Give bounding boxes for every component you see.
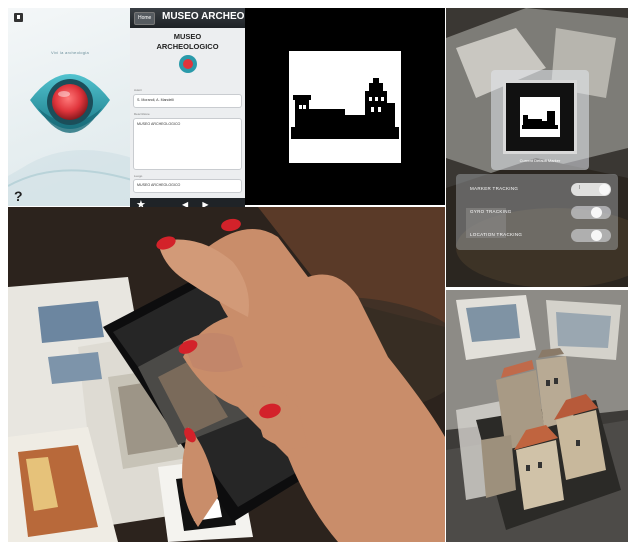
back-button[interactable]: Home (134, 12, 156, 25)
gyro-tracking-toggle[interactable] (571, 206, 611, 219)
tracking-settings-list: MARKER TRACKING I GYRO TRACKING LOCATION… (456, 174, 618, 250)
location-tracking-row: LOCATION TRACKING (466, 226, 616, 246)
splash-screen: Vivi la archeologia ? (8, 8, 132, 206)
marker-dialog-label: Current Default Marker (519, 158, 561, 163)
app-logo-icon (179, 55, 197, 73)
author-label: Autori (134, 88, 142, 92)
toggle-knob (599, 184, 610, 195)
toggle-knob (591, 230, 602, 241)
ar-settings-photo: Current Default Marker MARKER TRACKING I… (446, 8, 628, 287)
nav-title: MUSEO ARCHEOLOGICO (162, 11, 245, 22)
ar-marker (245, 8, 445, 205)
description-label: Descrizione (134, 112, 150, 116)
description-field[interactable]: MUSEO ARCHEOLOGICO (133, 118, 242, 170)
hand-phone-illustration (8, 207, 445, 542)
castle-model-illustration (446, 290, 628, 542)
author-field[interactable]: S. Morandi, A. Mandelli (133, 94, 242, 108)
gyro-tracking-row: GYRO TRACKING (466, 203, 616, 223)
marker-dialog: Current Default Marker (491, 70, 589, 170)
castle-silhouette-icon (522, 111, 558, 129)
page-title-line1: MUSEO (173, 32, 202, 41)
page-title: MUSEO ARCHEOLOGICO (130, 32, 245, 52)
location-tracking-label: LOCATION TRACKING (470, 232, 523, 237)
location-tracking-toggle[interactable] (571, 229, 611, 242)
location-label: Luogo (134, 174, 143, 178)
nav-bar: Home MUSEO ARCHEOLOGICO (130, 8, 245, 28)
current-marker-thumbnail[interactable] (503, 80, 577, 154)
hand-with-phone-photo (8, 207, 445, 542)
toggle-on-text: I (579, 185, 581, 191)
marker-tracking-label: MARKER TRACKING (470, 186, 519, 191)
toggle-knob (591, 207, 602, 218)
castle-silhouette-icon (291, 78, 399, 139)
page-title-line2: ARCHEOLOGICO (156, 42, 219, 51)
location-field[interactable]: MUSEO ARCHEOLOGICO (133, 179, 242, 193)
gyro-tracking-label: GYRO TRACKING (470, 209, 512, 214)
marker-inner-square (289, 51, 401, 163)
ar-3d-model-photo (446, 290, 628, 542)
help-button[interactable]: ? (14, 188, 23, 204)
marker-thumbnail-inner (520, 97, 560, 137)
marker-tracking-toggle[interactable]: I (571, 183, 611, 196)
app-detail-screen: Home MUSEO ARCHEOLOGICO MUSEO ARCHEOLOGI… (130, 8, 245, 212)
eye-logo-icon (8, 74, 132, 206)
marker-tracking-row: MARKER TRACKING I (466, 180, 616, 200)
